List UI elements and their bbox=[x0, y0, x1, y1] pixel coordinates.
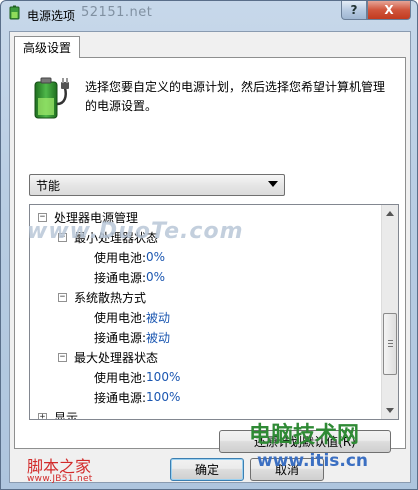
power-options-window: 电源选项 52151.net ? X 高级设置 选择您要自定义的电源计划，然后选… bbox=[0, 0, 418, 490]
setting-value[interactable]: 被动 bbox=[146, 329, 170, 346]
setting-label: 接通电源: bbox=[94, 270, 147, 285]
tree-item-max-battery[interactable]: 使用电池: 100% bbox=[94, 367, 180, 387]
title-watermark: 52151.net bbox=[81, 5, 153, 20]
tree-item-label: 最大处理器状态 bbox=[74, 350, 159, 365]
setting-value[interactable]: 100% bbox=[146, 370, 180, 384]
expand-icon[interactable]: + bbox=[38, 412, 47, 419]
tree-item-max-plugged[interactable]: 接通电源: 100% bbox=[94, 387, 180, 407]
scrollbar-thumb[interactable] bbox=[383, 313, 397, 375]
chevron-down-icon bbox=[268, 181, 278, 187]
grip-line bbox=[388, 340, 393, 341]
title-bar[interactable]: 电源选项 52151.net ? X bbox=[1, 1, 417, 27]
setting-value[interactable]: 100% bbox=[146, 390, 180, 404]
scroll-down-arrow-icon[interactable] bbox=[386, 408, 394, 413]
tree-item-min-plugged[interactable]: 接通电源: 0% bbox=[94, 267, 165, 287]
power-options-icon bbox=[9, 5, 20, 20]
help-button[interactable]: ? bbox=[341, 1, 367, 20]
setting-value[interactable]: 0% bbox=[146, 270, 165, 284]
tree-item-max-processor-state[interactable]: − 最大处理器状态 bbox=[58, 347, 158, 367]
tree-item-cool-plugged[interactable]: 接通电源: 被动 bbox=[94, 327, 170, 347]
setting-value[interactable]: 被动 bbox=[146, 309, 170, 326]
duote-watermark: www.DuoTe.com bbox=[27, 219, 244, 244]
grip-line bbox=[388, 343, 393, 344]
setting-label: 使用电池: bbox=[94, 250, 147, 265]
close-button[interactable]: X bbox=[367, 1, 411, 20]
intro-text: 选择您要自定义的电源计划，然后选择您希望计算机管理的电源设置。 bbox=[85, 80, 386, 113]
setting-label: 接通电源: bbox=[94, 390, 147, 405]
tree-item-display[interactable]: + 显示 bbox=[38, 407, 79, 420]
power-plan-select-value: 节能 bbox=[36, 178, 61, 193]
tree-item-min-battery[interactable]: 使用电池: 0% bbox=[94, 247, 165, 267]
collapse-icon[interactable]: − bbox=[58, 292, 67, 302]
battery-plug-icon bbox=[34, 77, 69, 119]
tab-advanced-settings[interactable]: 高级设置 bbox=[14, 36, 81, 58]
advanced-settings-panel: 选择您要自定义的电源计划，然后选择您希望计算机管理的电源设置。 节能 − 处理器… bbox=[14, 57, 406, 453]
jb51-url-watermark: www.JB51.net bbox=[27, 474, 93, 484]
tree-item-cooling-policy[interactable]: − 系统散热方式 bbox=[58, 287, 146, 307]
power-plan-select[interactable]: 节能 bbox=[29, 174, 285, 196]
dialog-client-area: 高级设置 选择您要自定义的电源计划，然后选择您希望计算机管理的电源设置。 节能 … bbox=[9, 31, 411, 483]
grip-line bbox=[388, 346, 393, 347]
tree-item-label: 系统散热方式 bbox=[74, 290, 147, 305]
ok-button[interactable]: 确定 bbox=[170, 458, 244, 481]
setting-label: 使用电池: bbox=[94, 310, 147, 325]
tree-item-cool-battery[interactable]: 使用电池: 被动 bbox=[94, 307, 170, 327]
tech-url-watermark: www.itis.cn bbox=[257, 451, 369, 471]
setting-value[interactable]: 0% bbox=[146, 250, 165, 264]
tree-item-label: 显示 bbox=[54, 410, 79, 420]
setting-label: 使用电池: bbox=[94, 370, 147, 385]
scroll-up-arrow-icon[interactable] bbox=[386, 211, 394, 216]
tech-site-watermark: 电脑技术网 bbox=[249, 423, 360, 448]
collapse-icon[interactable]: − bbox=[58, 352, 67, 362]
setting-label: 接通电源: bbox=[94, 330, 147, 345]
tree-scrollbar[interactable] bbox=[381, 205, 398, 419]
window-title: 电源选项 bbox=[27, 9, 76, 23]
